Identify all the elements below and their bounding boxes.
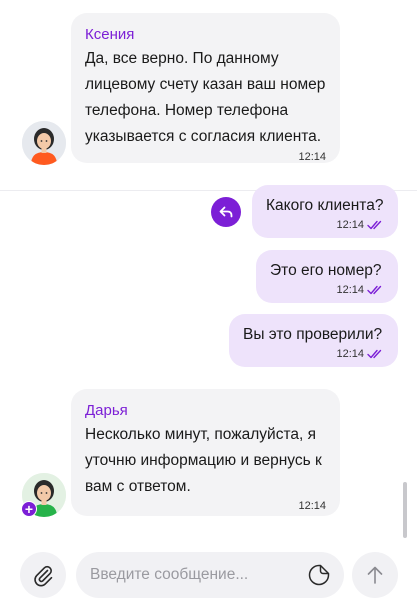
message-time: 12:14 [336, 348, 364, 360]
message-line: Да, все верно. По данному [85, 50, 279, 67]
message-text: Какого клиента? [266, 197, 384, 214]
message-line: уточню информацию и вернусь к [85, 452, 322, 469]
message-text: Да, все верно. По данному лицевому счету… [85, 46, 326, 150]
outgoing-message: Вы это проверили? 12:14 [229, 314, 398, 367]
message-line: Несколько минут, пожалуйста, я [85, 426, 317, 443]
sticker-icon [308, 564, 330, 586]
message-text: Это его номер? [270, 262, 382, 279]
outgoing-message: Какого клиента? 12:14 [252, 185, 398, 238]
send-arrow-icon [367, 566, 383, 584]
incoming-message: Дарья Несколько минут, пожалуйста, я уто… [71, 389, 340, 516]
message-meta: 12:14 [266, 218, 384, 232]
avatar-kseniya [22, 121, 66, 165]
sender-name: Ксения [85, 26, 135, 43]
outgoing-message: Это его номер? 12:14 [256, 250, 398, 303]
double-check-icon [367, 285, 382, 295]
sender-name: Дарья [85, 402, 128, 419]
message-line: лицевому счету казан ваш номер [85, 76, 326, 93]
double-check-icon [367, 349, 382, 359]
message-time: 12:14 [298, 500, 326, 512]
send-button[interactable] [352, 552, 398, 598]
message-time: 12:14 [298, 151, 326, 163]
message-input[interactable] [90, 552, 300, 598]
message-text: Вы это проверили? [243, 326, 383, 343]
reply-icon [219, 206, 233, 218]
message-text: Несколько минут, пожалуйста, я уточню ин… [85, 422, 326, 500]
message-meta: 12:14 [270, 283, 384, 297]
reply-button[interactable] [211, 197, 241, 227]
message-line: телефона. Номер телефона [85, 102, 289, 119]
sticker-button[interactable] [306, 562, 332, 588]
message-line: вам с ответом. [85, 478, 191, 495]
incoming-message: Ксения Да, все верно. По данному лицевом… [71, 13, 340, 163]
message-meta: 12:14 [243, 347, 384, 361]
operator-avatar-icon [22, 121, 66, 165]
message-time: 12:14 [336, 219, 364, 231]
message-input-wrapper [76, 552, 344, 598]
message-line: указывается с согласия клиента. [85, 128, 322, 145]
message-time: 12:14 [336, 284, 364, 296]
chat-history[interactable]: Ксения Да, все верно. По данному лицевом… [0, 0, 417, 540]
attach-button[interactable] [20, 552, 66, 598]
scrollbar[interactable] [403, 482, 407, 538]
paperclip-icon [34, 565, 53, 587]
double-check-icon [367, 220, 382, 230]
message-composer [0, 540, 417, 612]
plus-badge-icon[interactable]: + [21, 501, 37, 517]
